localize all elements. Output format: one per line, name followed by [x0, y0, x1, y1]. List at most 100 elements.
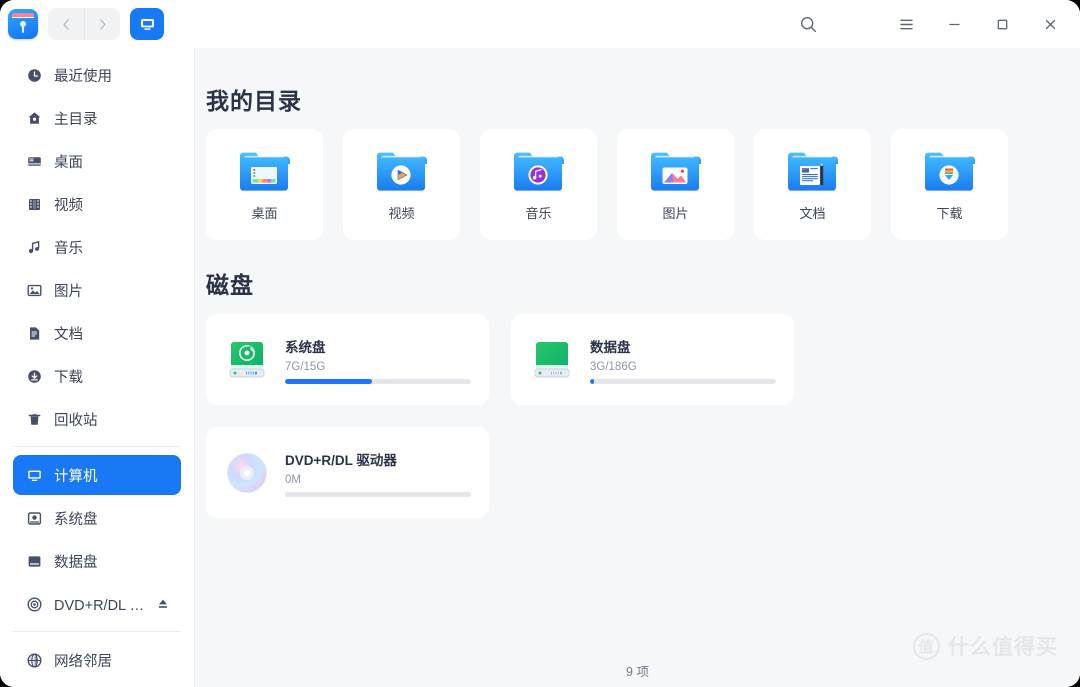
- sidebar-item-label: 音乐: [54, 240, 83, 257]
- sidebar-item-4[interactable]: 音乐: [13, 227, 181, 267]
- hdd-green-icon: [534, 341, 570, 377]
- sidebar-item-9[interactable]: 计算机: [13, 455, 181, 495]
- sidebar-item-7[interactable]: 下载: [13, 356, 181, 396]
- disk-size: 0M: [285, 473, 301, 486]
- sidebar-item-11[interactable]: 数据盘: [13, 541, 181, 581]
- directory-card-2[interactable]: 音乐: [480, 129, 597, 240]
- home-icon: [28, 111, 40, 124]
- disk-card-2[interactable]: DVD+R/DL 驱动器 0M: [206, 427, 489, 518]
- disk-usage-fill: [590, 378, 594, 384]
- back-button[interactable]: [48, 8, 84, 40]
- hamburger-menu-icon: [899, 19, 913, 29]
- network-icon: [26, 652, 42, 668]
- data-disk-icon: [25, 552, 43, 570]
- disks-section-title: 磁盘: [206, 272, 254, 298]
- disk-size: 7G/15G: [285, 360, 326, 373]
- search-button[interactable]: [784, 0, 832, 48]
- optical-disc-icon: [26, 596, 42, 612]
- sidebar-item-label: 回收站: [54, 412, 98, 429]
- disk-name: 系统盘: [285, 339, 326, 355]
- optical-disc-icon: [25, 595, 43, 613]
- disk-card-1[interactable]: 数据盘 3G/186G: [511, 314, 794, 405]
- maximize-icon: [997, 19, 1007, 29]
- minimize-icon: [948, 23, 960, 25]
- close-button[interactable]: [1026, 0, 1074, 48]
- forward-button[interactable]: [84, 8, 120, 40]
- sidebar-item-10[interactable]: 系统盘: [13, 498, 181, 538]
- disk-card-0[interactable]: 系统盘 7G/15G: [206, 314, 489, 405]
- file-manager-window: 最近使用 主目录 桌面 视频 音乐 图片 文档 下载 回收站 计算机 系统盘 数据盘 DVD+R/DL …: [0, 0, 1080, 687]
- directory-card-3[interactable]: 图片: [617, 129, 734, 240]
- directory-label: 下载: [936, 205, 963, 221]
- minimize-button[interactable]: [930, 0, 978, 48]
- forward-icon: [100, 18, 106, 30]
- directories-grid: 桌面 视频 音乐 图片 文档 下载: [206, 129, 1080, 240]
- data-disk-icon: [28, 555, 40, 567]
- sidebar-item-label: 主目录: [54, 111, 98, 128]
- sidebar-item-12[interactable]: DVD+R/DL 驱…: [13, 584, 181, 624]
- sidebar-item-label: DVD+R/DL 驱…: [54, 597, 157, 614]
- sidebar-item-2[interactable]: 桌面: [13, 141, 181, 181]
- titlebar-left-group: [0, 8, 164, 40]
- eject-icon: [159, 599, 167, 608]
- document-icon: [25, 324, 43, 342]
- hdd-green-icon: [229, 341, 265, 377]
- directory-label: 图片: [662, 205, 689, 221]
- clock-icon: [25, 66, 43, 84]
- directory-card-0[interactable]: 桌面: [206, 129, 323, 240]
- file-manager-icon: [8, 9, 38, 39]
- folder-downloads-icon: [924, 152, 975, 191]
- app-icon-keyhole: [20, 21, 26, 33]
- optical-disc-icon: [227, 452, 267, 493]
- system-disk-icon: [27, 511, 41, 525]
- sidebar-item-0[interactable]: 最近使用: [13, 55, 181, 95]
- eject-icon[interactable]: [157, 598, 169, 610]
- folder-pictures-icon: [649, 148, 703, 194]
- disk-usage-bar: [285, 378, 471, 384]
- title-bar: [0, 0, 1080, 48]
- sidebar-item-8[interactable]: 回收站: [13, 399, 181, 439]
- maximize-button[interactable]: [978, 0, 1026, 48]
- home-icon: [25, 109, 43, 127]
- directory-card-4[interactable]: 文档: [754, 129, 871, 240]
- menu-button[interactable]: [882, 0, 930, 48]
- folder-downloads-icon: [923, 148, 977, 194]
- hdd-green-icon: [531, 339, 573, 381]
- sidebar-item-1[interactable]: 主目录: [13, 98, 181, 138]
- sidebar-item-label: 计算机: [54, 468, 98, 485]
- optical-disc-icon: [226, 452, 268, 494]
- directory-label: 文档: [799, 205, 826, 221]
- desktop-icon: [27, 156, 41, 166]
- disk-name: 数据盘: [590, 339, 631, 355]
- folder-music-icon: [513, 152, 564, 191]
- music-note-icon: [28, 240, 39, 253]
- sidebar-item-13[interactable]: 网络邻居: [13, 640, 181, 680]
- directory-card-1[interactable]: 视频: [343, 129, 460, 240]
- folder-desktop-icon: [239, 152, 290, 191]
- directory-card-5[interactable]: 下载: [891, 129, 1008, 240]
- sidebar-item-label: 图片: [54, 283, 83, 300]
- disk-usage-bar: [285, 491, 471, 497]
- main-content: 我的目录 桌面 视频 音乐 图片 文档 下载 磁盘 系统盘 7G/15G 数据盘 3G/186G…: [195, 48, 1080, 687]
- directory-label: 视频: [388, 205, 415, 221]
- sidebar-item-6[interactable]: 文档: [13, 313, 181, 353]
- close-icon: [1045, 19, 1055, 29]
- video-icon: [25, 195, 43, 213]
- folder-videos-icon: [376, 152, 427, 191]
- download-icon: [27, 369, 41, 383]
- computer-icon: [25, 466, 43, 484]
- trash-icon: [28, 413, 40, 425]
- directories-section-title: 我的目录: [206, 88, 302, 114]
- sidebar-item-5[interactable]: 图片: [13, 270, 181, 310]
- image-icon: [25, 281, 43, 299]
- sidebar-item-label: 最近使用: [54, 68, 112, 85]
- music-note-icon: [25, 238, 43, 256]
- sidebar-item-3[interactable]: 视频: [13, 184, 181, 224]
- folder-videos-icon: [375, 148, 429, 194]
- disk-info: DVD+R/DL 驱动器 0M: [285, 449, 471, 497]
- computer-icon: [27, 470, 41, 481]
- computer-view-button[interactable]: [130, 8, 164, 40]
- search-icon: [800, 16, 816, 32]
- image-icon: [27, 284, 42, 296]
- folder-documents-icon: [786, 148, 840, 194]
